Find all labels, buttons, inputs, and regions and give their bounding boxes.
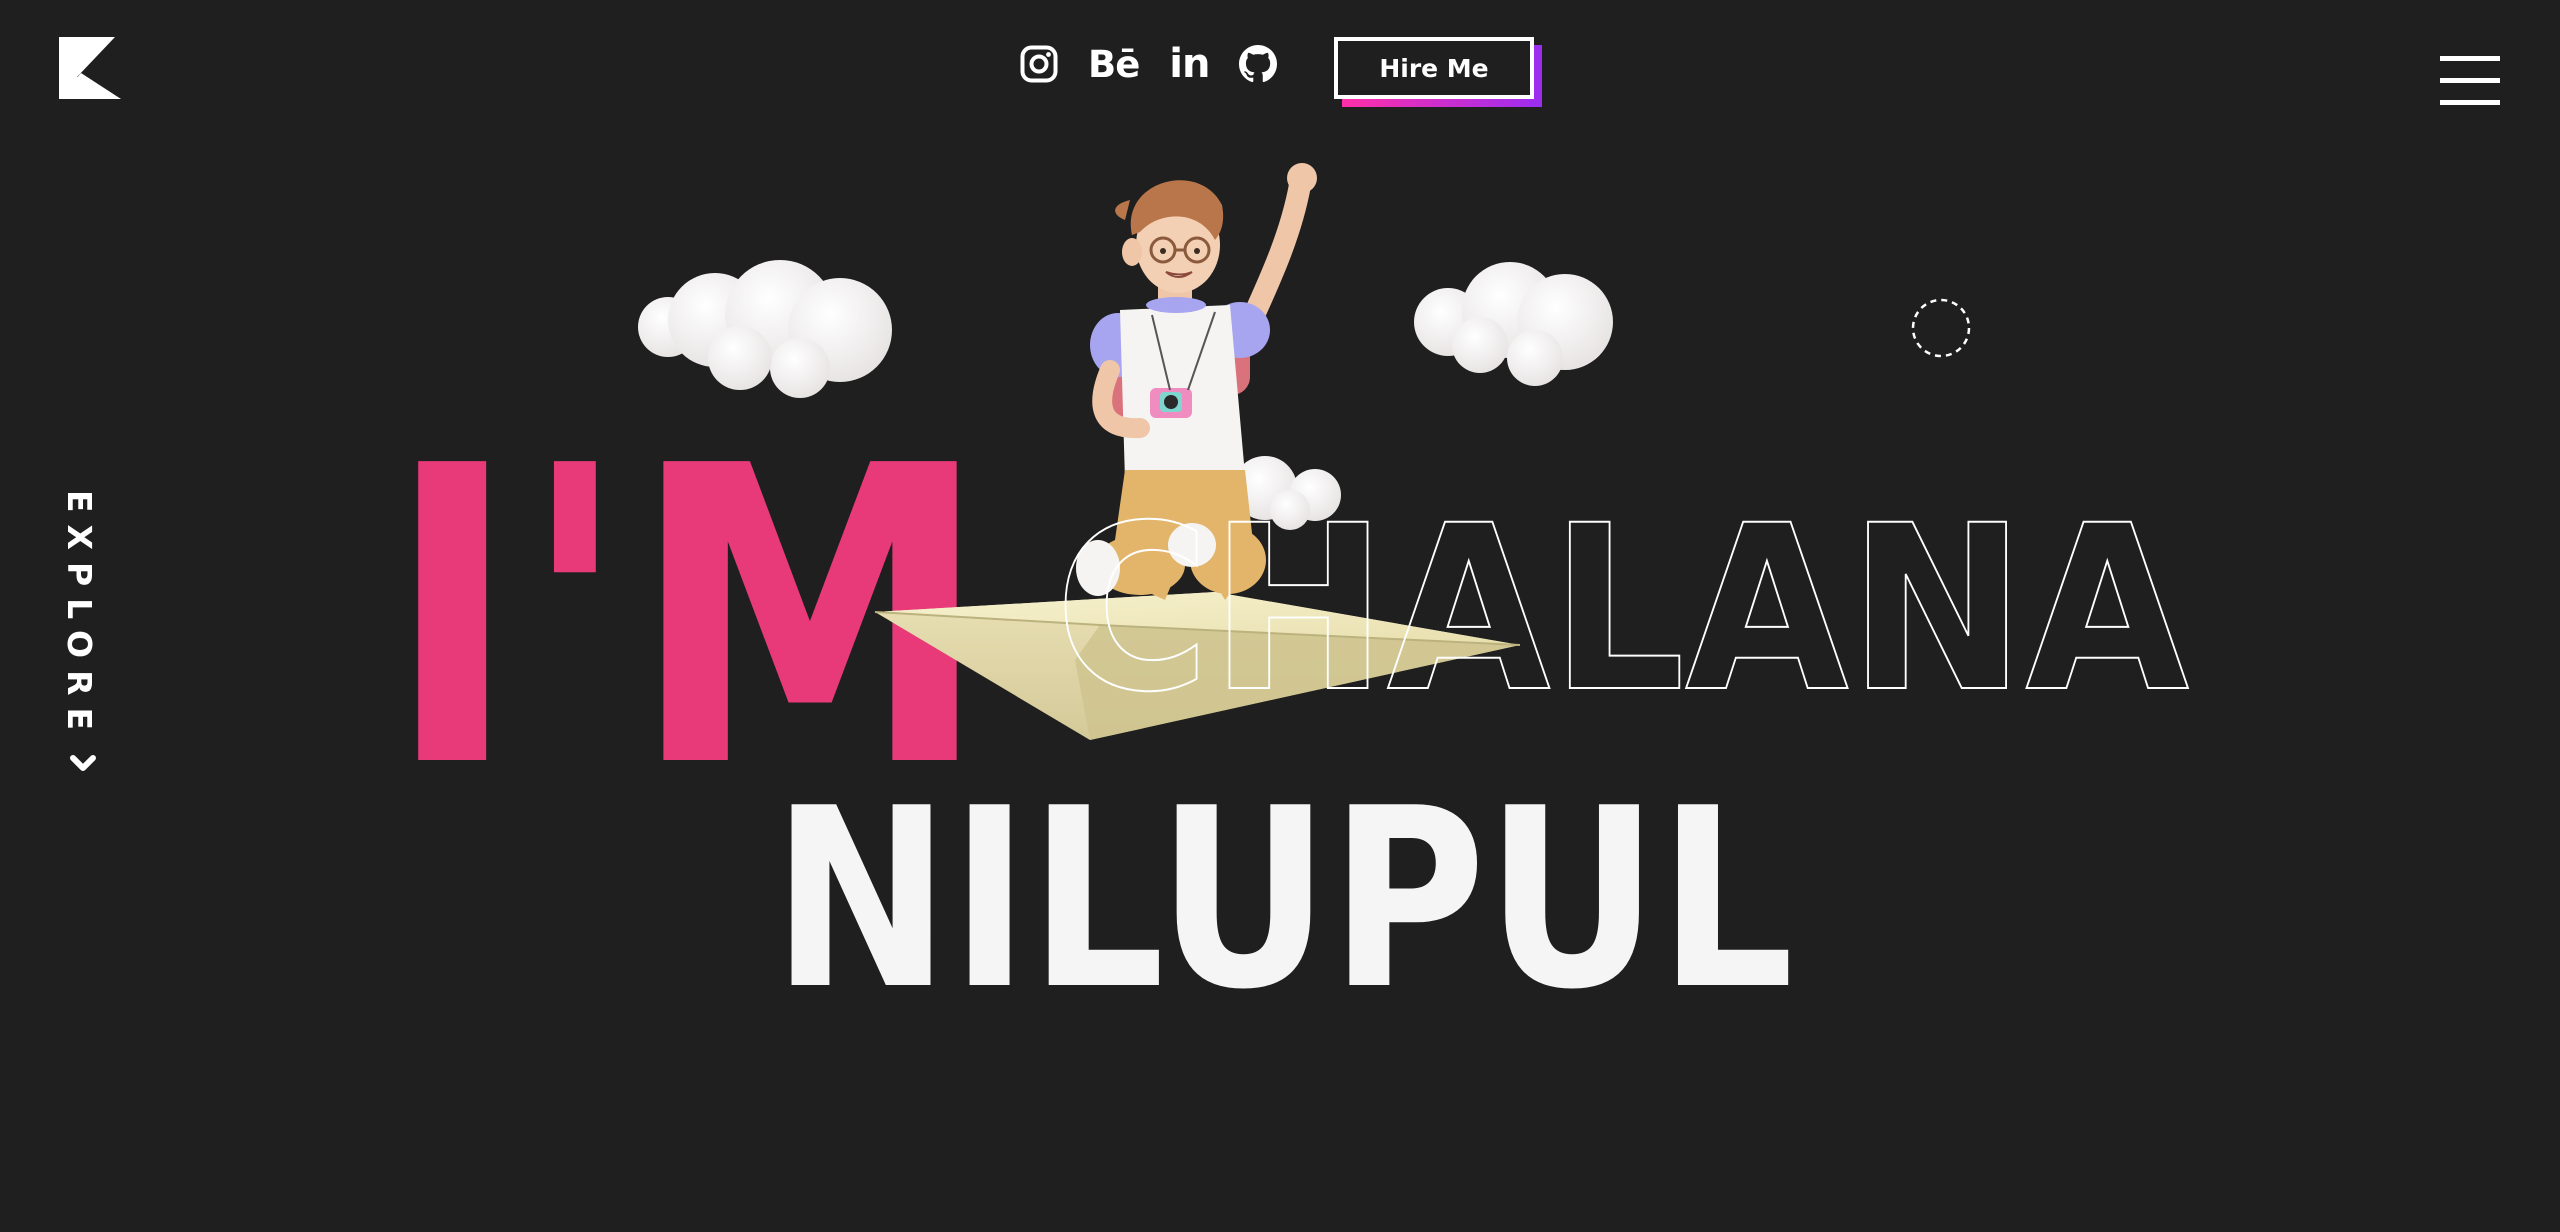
hero-last-name: NILUPUL xyxy=(772,756,1794,1044)
cloud-left xyxy=(638,260,892,398)
cloud-right xyxy=(1414,262,1613,386)
portfolio-landing-page: Bē in Hire Me EXPLORE I'M CHALANA NILUPU… xyxy=(0,0,2560,1232)
hero-first-name: CHALANA xyxy=(1055,476,2189,742)
dashed-circle-decoration xyxy=(1911,298,1971,358)
hero-scene: I'M CHALANA NILUPUL xyxy=(385,163,2190,1044)
